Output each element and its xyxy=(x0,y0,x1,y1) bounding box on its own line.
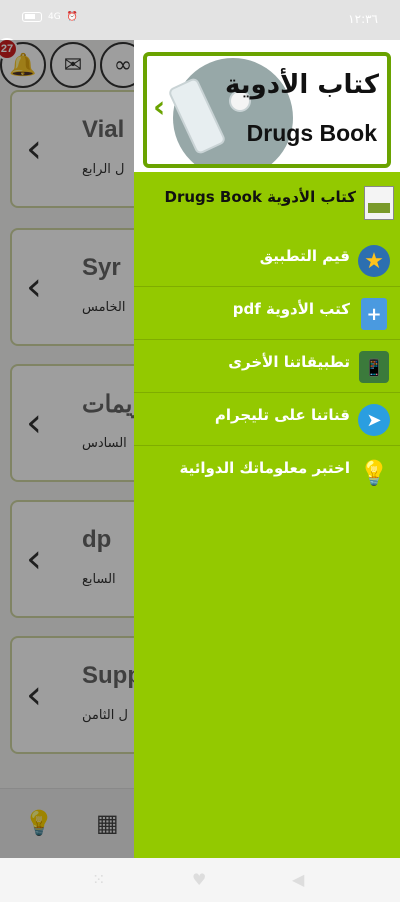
system-nav-bar: ⁙ ♥ ◀ xyxy=(0,858,400,902)
menu-item-label: اختبر معلوماتك الدوائية xyxy=(179,459,350,477)
back-icon[interactable]: ◀ xyxy=(292,870,304,889)
navigation-drawer: ‹ كتاب الأدوية Drugs Book كتاب الأدوية D… xyxy=(134,40,400,858)
lightbulb-icon: 💡 xyxy=(359,459,389,487)
recents-icon[interactable]: ⁙ xyxy=(92,870,105,889)
book-cover-icon xyxy=(364,186,394,220)
menu-item-label: كتب الأدوية pdf xyxy=(232,300,350,318)
menu-item-telegram[interactable]: ➤ قناتنا على تليجرام xyxy=(134,393,400,446)
menu-item-drug-books-pdf[interactable]: + كتب الأدوية pdf xyxy=(134,287,400,340)
status-icons: 4G ⏰ xyxy=(22,12,78,22)
menu-item-quiz[interactable]: 💡 اختبر معلوماتك الدوائية xyxy=(134,446,400,499)
menu-item-other-apps[interactable]: 📱 تطبيقاتنا الأخرى xyxy=(134,340,400,393)
banner-title-en: Drugs Book xyxy=(246,120,377,146)
app-name: كتاب الأدوية Drugs Book xyxy=(164,188,357,206)
menu-item-label: تطبيقاتنا الأخرى xyxy=(228,353,350,371)
alarm-icon: ⏰ xyxy=(66,12,78,22)
drawer-menu: كتاب الأدوية Drugs Book ★ قيم التطبيق + … xyxy=(134,180,400,499)
status-bar: 4G ⏰ ١٢:٣٦ xyxy=(0,0,400,40)
chevron-left-icon: ‹ xyxy=(153,90,166,125)
drawer-header: ‹ كتاب الأدوية Drugs Book xyxy=(134,40,400,172)
phone-icon: 📱 xyxy=(359,351,389,383)
telegram-icon: ➤ xyxy=(358,404,390,436)
clock: ١٢:٣٦ xyxy=(348,12,378,26)
signal-label: 4G xyxy=(48,12,61,22)
home-icon[interactable]: ♥ xyxy=(192,870,206,889)
battery-icon xyxy=(22,12,42,22)
menu-item-rate-app[interactable]: ★ قيم التطبيق xyxy=(134,234,400,287)
book-icon: + xyxy=(361,298,387,330)
app-banner: ‹ كتاب الأدوية Drugs Book xyxy=(143,52,391,168)
menu-item-label: قيم التطبيق xyxy=(259,247,350,265)
menu-item-label: قناتنا على تليجرام xyxy=(214,406,350,424)
banner-title-ar: كتاب الأدوية xyxy=(225,70,379,100)
star-icon: ★ xyxy=(358,245,390,277)
app-name-row: كتاب الأدوية Drugs Book xyxy=(134,180,400,234)
